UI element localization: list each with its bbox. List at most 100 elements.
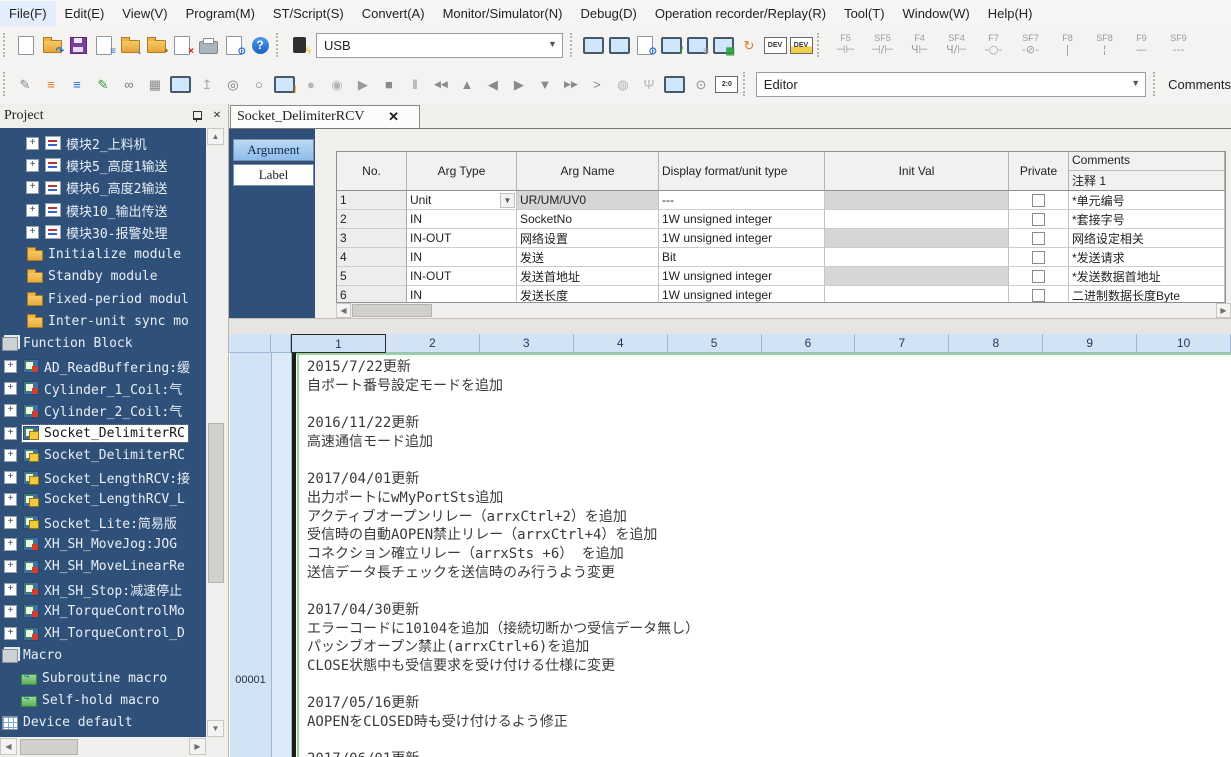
cell-arg-type[interactable]: IN — [407, 286, 517, 303]
menu-item-help-h-[interactable]: Help(H) — [979, 1, 1042, 26]
record-marker-icon[interactable]: ◉ — [325, 71, 349, 97]
numbered-list-icon[interactable]: ≡ — [39, 71, 63, 97]
tab-socket-delimiterrcv[interactable]: Socket_DelimiterRCV ✕ — [230, 105, 420, 128]
open-project-icon[interactable]: ↷ — [40, 32, 64, 58]
cell-init-val[interactable] — [825, 248, 1009, 267]
save-project-icon[interactable] — [66, 32, 90, 58]
scroll-right-icon[interactable]: ▶ — [189, 738, 206, 755]
simulator-icon[interactable]: ▦ — [711, 32, 735, 58]
cell-arg-type[interactable]: Unit▼ — [407, 191, 517, 210]
menu-item-tool-t-[interactable]: Tool(T) — [835, 1, 893, 26]
tree-expander-icon[interactable]: + — [4, 471, 17, 484]
argument-table-hscrollbar[interactable]: ◀ ▶ — [336, 303, 1231, 319]
chevron-down-icon[interactable]: ▼ — [500, 193, 515, 208]
fkey-f5[interactable]: F5⊣⊢ — [827, 31, 864, 59]
editor-select[interactable]: Editor ▼ — [756, 72, 1146, 97]
tree-expander-icon[interactable]: + — [4, 382, 17, 395]
tree-item[interactable]: +XH_SH_MoveJog:JOG — [0, 533, 206, 555]
tree-item[interactable]: Device default — [0, 712, 206, 734]
tree-item[interactable]: +模块30-报警处理 — [0, 221, 206, 243]
script-clock-icon[interactable]: ○ — [247, 71, 271, 97]
close-file-icon[interactable]: × — [170, 32, 194, 58]
cell-comment[interactable]: *发送请求 — [1069, 248, 1225, 267]
section-divider[interactable] — [229, 318, 1231, 335]
tree-item[interactable]: +模块6_高度2输送 — [0, 177, 206, 199]
menu-item-monitor-simulator-n-[interactable]: Monitor/Simulator(N) — [434, 1, 572, 26]
tree-item[interactable]: +Socket_DelimiterRC — [0, 444, 206, 466]
cell-init-val[interactable] — [825, 210, 1009, 229]
pause-hand-icon[interactable]: Ψ — [637, 71, 661, 97]
tree-item[interactable]: Standby module — [0, 266, 206, 288]
cell-arg-name[interactable]: 发送 — [517, 248, 659, 267]
ladder-grid-icon[interactable]: ▦ — [143, 71, 167, 97]
fkey-sf4[interactable]: SF4Ч/⊢ — [938, 31, 975, 59]
stopwatch-icon[interactable]: ⊙ — [689, 71, 713, 97]
pc-to-plc-transfer-icon[interactable]: → — [581, 32, 605, 58]
tree-expander-icon[interactable]: + — [4, 583, 17, 596]
tree-expander-icon[interactable]: + — [26, 204, 39, 217]
tree-item[interactable]: Initialize module — [0, 243, 206, 265]
ruler-column-2[interactable]: 2 — [386, 334, 480, 353]
dev-edit-icon[interactable]: DEV — [789, 32, 813, 58]
fkey-f9[interactable]: F9— — [1123, 31, 1160, 59]
cell-init-val[interactable] — [825, 191, 1009, 210]
fkey-f7[interactable]: F7-○- — [975, 31, 1012, 59]
pin-panel-button[interactable] — [188, 107, 206, 125]
ruler-column-5[interactable]: 5 — [668, 334, 762, 353]
cell-display-format[interactable]: 1W unsigned integer — [659, 210, 825, 229]
tree-expander-icon[interactable]: + — [4, 538, 17, 551]
stop-icon[interactable]: ■ — [377, 71, 401, 97]
hscroll-thumb[interactable] — [352, 304, 432, 317]
chevron-down-icon[interactable]: ▼ — [1128, 76, 1143, 91]
continue-icon[interactable]: > — [585, 71, 609, 97]
private-checkbox[interactable] — [1032, 232, 1045, 245]
tree-item[interactable]: +模块5_高度1输送 — [0, 154, 206, 176]
cell-comment[interactable]: 网络设定相关 — [1069, 229, 1225, 248]
option-list-icon[interactable]: ≡ — [65, 71, 89, 97]
toolbar-grip[interactable] — [276, 33, 283, 57]
fkey-f8[interactable]: F8| — [1049, 31, 1086, 59]
ruler-column-3[interactable]: 3 — [480, 334, 574, 353]
private-checkbox[interactable] — [1032, 194, 1045, 207]
project-lock-icon[interactable]: • — [144, 32, 168, 58]
cell-arg-name[interactable]: UR/UM/UV0 — [517, 191, 659, 210]
tree-item[interactable]: +模块2_上料机 — [0, 132, 206, 154]
device-select[interactable]: USB ▼ — [316, 33, 563, 58]
save-ladder-icon[interactable]: ≡ — [92, 32, 116, 58]
private-checkbox[interactable] — [1032, 270, 1045, 283]
ruler-column-10[interactable]: 10 — [1137, 334, 1231, 353]
fkey-sf7[interactable]: SF7-⊘- — [1012, 31, 1049, 59]
menu-item-edit-e-[interactable]: Edit(E) — [56, 1, 114, 26]
step-back-icon[interactable]: ◀ — [481, 71, 505, 97]
grab-hand-icon[interactable]: ↥ — [195, 71, 219, 97]
fkey-sf9[interactable]: SF9--- — [1160, 31, 1197, 59]
scroll-right-icon[interactable]: ▶ — [1216, 303, 1231, 318]
time-display-icon[interactable]: 2:0 — [715, 71, 739, 97]
tree-item[interactable]: Fixed-period modul — [0, 288, 206, 310]
cell-display-format[interactable]: 1W unsigned integer — [659, 267, 825, 286]
tree-expander-icon[interactable]: + — [4, 605, 17, 618]
device-plug-icon[interactable]: ϟ — [287, 32, 311, 58]
cell-arg-name[interactable]: 发送首地址 — [517, 267, 659, 286]
tree-expander-icon[interactable]: + — [26, 226, 39, 239]
cell-comment[interactable]: *单元编号 — [1069, 191, 1225, 210]
tree-item[interactable]: +Socket_DelimiterRC — [0, 422, 206, 444]
tree-item[interactable]: +Socket_Lite:简易版 — [0, 511, 206, 533]
ruler-column-6[interactable]: 6 — [762, 334, 856, 353]
cell-display-format[interactable]: Bit — [659, 248, 825, 267]
ruler-column-1[interactable]: 1 — [291, 334, 386, 353]
tree-expander-icon[interactable]: + — [4, 360, 17, 373]
tree-item[interactable]: Macro — [0, 645, 206, 667]
cell-arg-type[interactable]: IN — [407, 210, 517, 229]
cell-arg-name[interactable]: 发送长度 — [517, 286, 659, 303]
cell-comment[interactable]: *套接字号 — [1069, 210, 1225, 229]
fkey-f4[interactable]: F4Ч⊢ — [901, 31, 938, 59]
import-project-icon[interactable]: ↓ — [118, 32, 142, 58]
fkey-sf8[interactable]: SF8¦ — [1086, 31, 1123, 59]
menu-item-operation-recorder-replay-r-[interactable]: Operation recorder/Replay(R) — [646, 1, 835, 26]
print-preview-icon[interactable]: ⊙ — [222, 32, 246, 58]
cell-arg-name[interactable]: 网络设置 — [517, 229, 659, 248]
tree-expander-icon[interactable]: + — [4, 449, 17, 462]
new-file-icon[interactable] — [14, 32, 38, 58]
tree-item[interactable]: +Socket_LengthRCV:接 — [0, 466, 206, 488]
